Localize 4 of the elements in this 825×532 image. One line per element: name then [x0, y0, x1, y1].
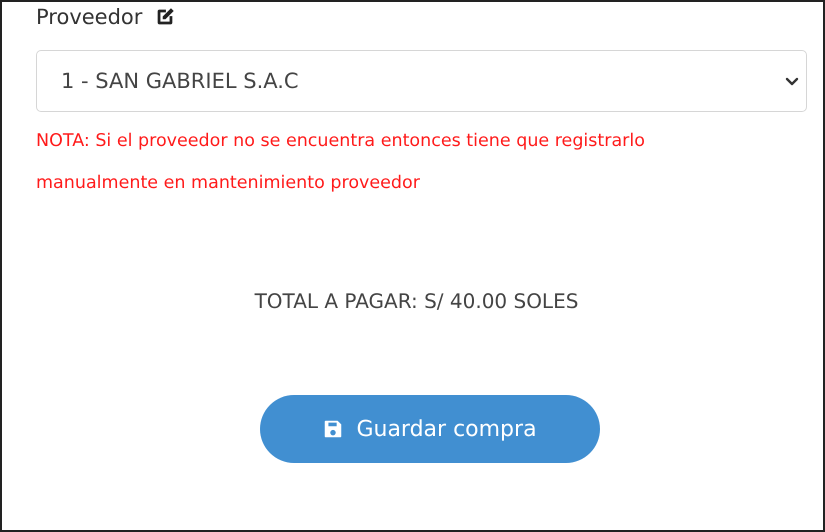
supplier-select[interactable]: 1 - SAN GABRIEL S.A.C — [36, 50, 807, 112]
total-text: TOTAL A PAGAR: S/ 40.00 SOLES — [254, 289, 580, 313]
field-label: Proveedor — [36, 5, 142, 29]
note-text: NOTA: Si el proveedor no se encuentra entonces tiene que registrarlo manualmente en mantenimiento proveedor — [36, 130, 646, 195]
